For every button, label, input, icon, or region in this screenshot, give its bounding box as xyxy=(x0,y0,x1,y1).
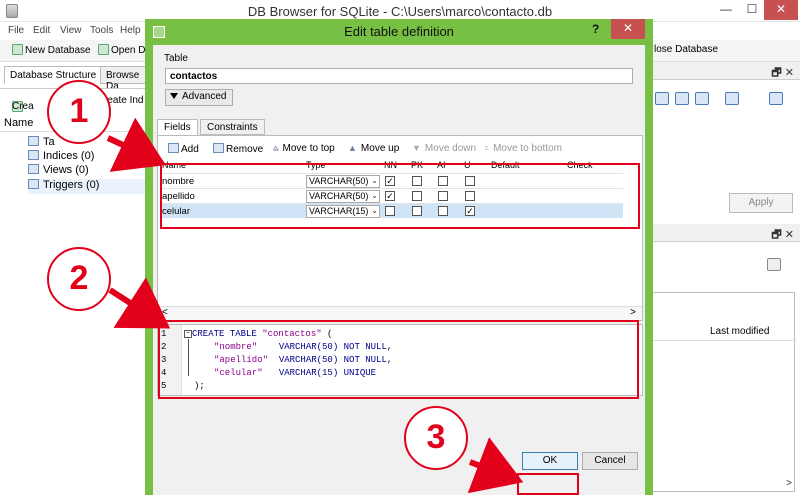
annotation-badge-1: 1 xyxy=(47,80,111,144)
annotation-badge-2: 2 xyxy=(47,247,111,311)
arrow-3 xyxy=(467,437,524,494)
arrow-2 xyxy=(108,277,171,329)
annotation-arrows xyxy=(106,117,524,494)
annotation-badge-3: 3 xyxy=(404,406,468,470)
arrow-1 xyxy=(106,117,166,172)
